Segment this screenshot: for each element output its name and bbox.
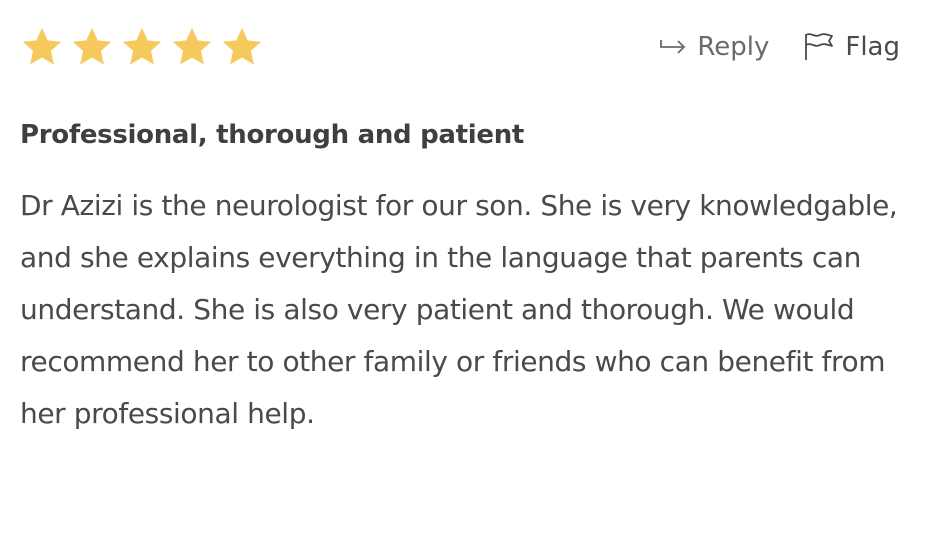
flag-button[interactable]: Flag [803,32,900,62]
star-icon [20,26,64,68]
review-actions: Reply Flag [659,32,916,62]
review-card: Reply Flag Professional, thorough and pa… [20,24,916,440]
reply-button[interactable]: Reply [659,32,769,62]
star-icon [120,26,164,68]
review-header: Reply Flag [20,24,916,70]
review-body: Dr Azizi is the neurologist for our son.… [20,189,898,430]
star-icon [220,26,264,68]
star-icon [70,26,114,68]
flag-icon [803,32,835,62]
star-rating [20,26,264,68]
reply-arrow-icon [659,37,687,57]
reply-label: Reply [697,32,770,62]
review-title: Professional, thorough and patient [20,120,525,150]
star-icon [170,26,214,68]
flag-label: Flag [845,32,900,62]
